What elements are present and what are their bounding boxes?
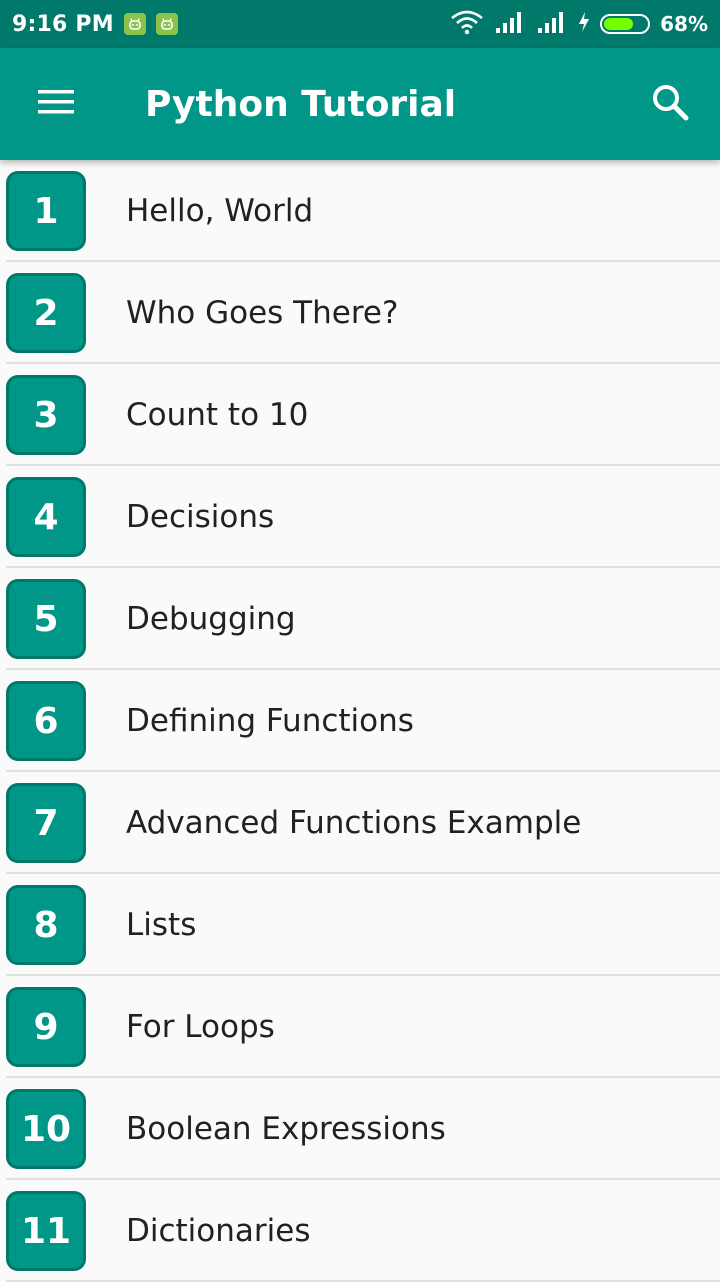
list-item[interactable]: 1 Hello, World bbox=[0, 160, 720, 262]
signal-icon bbox=[494, 10, 526, 38]
battery-percent: 68% bbox=[660, 12, 708, 36]
lesson-number-badge: 10 bbox=[6, 1089, 86, 1169]
app-bar: Python Tutorial bbox=[0, 48, 720, 160]
signal-icon bbox=[536, 10, 568, 38]
lesson-number-badge: 8 bbox=[6, 885, 86, 965]
list-item[interactable]: 10 Boolean Expressions bbox=[0, 1078, 720, 1180]
lesson-number-badge: 11 bbox=[6, 1191, 86, 1271]
lesson-number-badge: 2 bbox=[6, 273, 86, 353]
lesson-title: Who Goes There? bbox=[126, 295, 399, 331]
lesson-number-badge: 7 bbox=[6, 783, 86, 863]
status-time: 9:16 PM bbox=[12, 11, 114, 37]
list-item[interactable]: 5 Debugging bbox=[0, 568, 720, 670]
lesson-number-badge: 3 bbox=[6, 375, 86, 455]
lesson-number-badge: 4 bbox=[6, 477, 86, 557]
lesson-number-badge: 1 bbox=[6, 171, 86, 251]
status-bar: 9:16 PM 68% bbox=[0, 0, 720, 48]
hamburger-menu-icon bbox=[36, 87, 76, 121]
lesson-number-badge: 5 bbox=[6, 579, 86, 659]
lesson-number-badge: 9 bbox=[6, 987, 86, 1067]
charging-icon bbox=[578, 11, 590, 37]
list-item[interactable]: 6 Defining Functions bbox=[0, 670, 720, 772]
lesson-number-badge: 6 bbox=[6, 681, 86, 761]
lesson-title: Lists bbox=[126, 907, 197, 943]
lesson-list: 1 Hello, World 2 Who Goes There? 3 Count to 1… bbox=[0, 160, 720, 1282]
lesson-title: Defining Functions bbox=[126, 703, 414, 739]
lesson-title: Hello, World bbox=[126, 193, 314, 229]
lesson-title: Debugging bbox=[126, 601, 296, 637]
search-button[interactable] bbox=[620, 48, 720, 160]
list-item[interactable]: 8 Lists bbox=[0, 874, 720, 976]
list-item[interactable]: 3 Count to 10 bbox=[0, 364, 720, 466]
list-item[interactable]: 11 Dictionaries bbox=[0, 1180, 720, 1282]
list-item[interactable]: 9 For Loops bbox=[0, 976, 720, 1078]
battery-icon bbox=[600, 14, 651, 34]
lesson-title: Decisions bbox=[126, 499, 275, 535]
lesson-title: Advanced Functions Example bbox=[126, 805, 582, 841]
lesson-title: For Loops bbox=[126, 1009, 275, 1045]
list-item[interactable]: 2 Who Goes There? bbox=[0, 262, 720, 364]
android-notification-icon bbox=[123, 13, 146, 35]
battery-fill bbox=[604, 18, 633, 30]
android-notification-icon bbox=[155, 13, 178, 35]
page-title: Python Tutorial bbox=[145, 83, 457, 125]
wifi-icon bbox=[450, 9, 484, 39]
menu-button[interactable] bbox=[0, 48, 112, 160]
status-icons: 68% bbox=[450, 9, 708, 39]
list-item[interactable]: 7 Advanced Functions Example bbox=[0, 772, 720, 874]
search-icon bbox=[650, 82, 690, 126]
lesson-title: Boolean Expressions bbox=[126, 1111, 446, 1147]
list-item[interactable]: 4 Decisions bbox=[0, 466, 720, 568]
lesson-title: Count to 10 bbox=[126, 397, 309, 433]
lesson-title: Dictionaries bbox=[126, 1213, 311, 1249]
